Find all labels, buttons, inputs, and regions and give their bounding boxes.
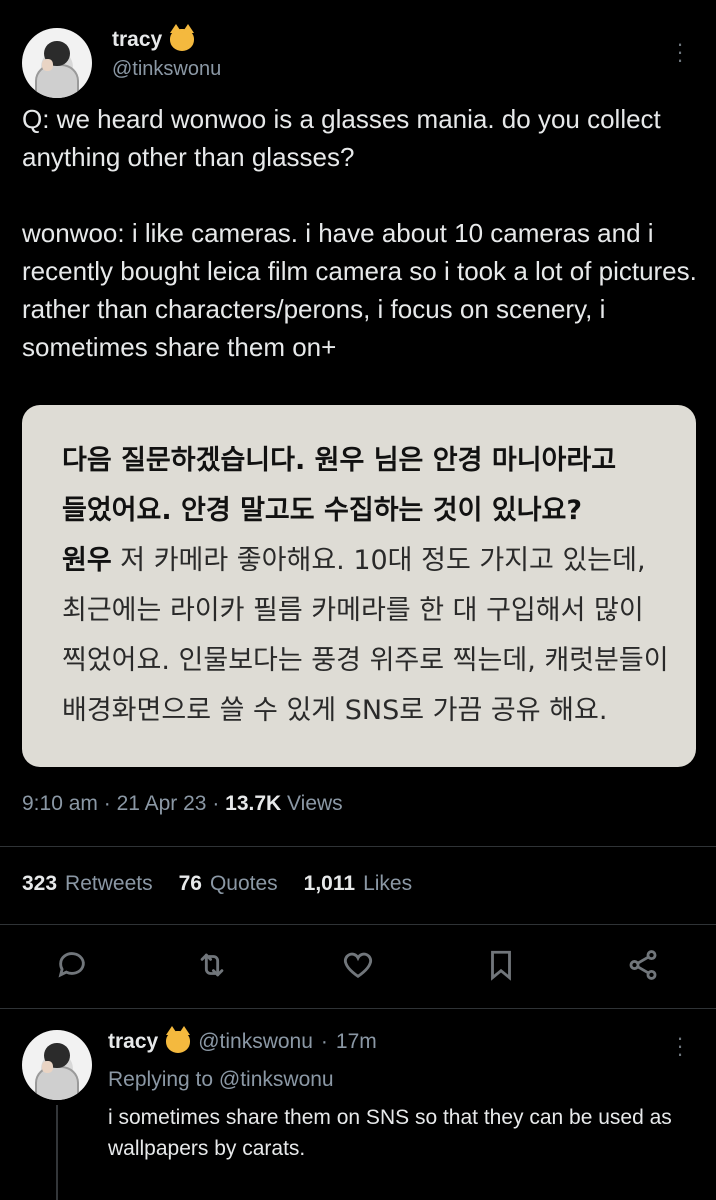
quotes-count: 76 [178, 872, 202, 895]
author-name-row[interactable]: tracy [112, 24, 195, 52]
retweets-stat[interactable]: 323 Retweets [22, 872, 153, 896]
retweet-icon[interactable] [195, 948, 229, 982]
divider [0, 1008, 716, 1009]
replying-handle[interactable]: @tinkswonu [219, 1068, 334, 1091]
quotes-label: Quotes [209, 872, 278, 895]
retweets-count: 323 [22, 872, 58, 895]
divider [0, 924, 716, 925]
reply-header: tracy @tinkswonu · 17m [108, 1026, 377, 1054]
bookmark-icon[interactable] [484, 948, 518, 982]
more-icon[interactable]: · · · [674, 33, 686, 71]
tweet-text: Q: we heard wonwoo is a glasses mania. d… [22, 104, 697, 362]
image-text-line: 최근에는 라이카 필름 카메라를 한 대 구입해서 많이 [62, 595, 644, 626]
author-handle[interactable]: @tinkswonu [112, 58, 221, 81]
action-bar [0, 948, 716, 984]
replying-to: Replying to @tinkswonu [108, 1068, 334, 1092]
image-text-line: 배경화면으로 쓸 수 있게 SNS로 가끔 공유 해요. [62, 695, 608, 726]
engagement-stats: 323 Retweets 76 Quotes 1,011 Likes [22, 872, 412, 896]
more-icon[interactable]: · · · [674, 1027, 686, 1065]
retweets-label: Retweets [65, 872, 153, 895]
tweet-time[interactable]: 9:10 am [22, 792, 98, 815]
replying-prefix: Replying to [108, 1068, 214, 1091]
display-name[interactable]: tracy [112, 28, 162, 52]
reply-handle[interactable]: @tinkswonu [198, 1030, 313, 1054]
quotes-stat[interactable]: 76 Quotes [179, 872, 278, 896]
reply-icon[interactable] [55, 948, 89, 982]
reply-text: i sometimes share them on SNS so that th… [108, 1106, 672, 1160]
views-label: Views [287, 792, 343, 815]
image-text-line: 원우 저 카메라 좋아해요. 10대 정도 가지고 있는데, [62, 545, 646, 577]
image-text-line: 들었어요. 안경 말고도 수집하는 것이 있나요? [62, 495, 583, 526]
likes-label: Likes [363, 872, 413, 895]
reply-avatar[interactable] [22, 1030, 92, 1100]
reply-separator: · [320, 1030, 328, 1053]
share-icon[interactable] [626, 948, 660, 982]
likes-stat[interactable]: 1,011 Likes [304, 872, 412, 896]
image-text-line: 찍었어요. 인물보다는 풍경 위주로 찍는데, 캐럿분들이 [62, 645, 669, 676]
thread-line [56, 1105, 58, 1200]
reply-age[interactable]: 17m [336, 1030, 377, 1054]
image-text-line: 다음 질문하겠습니다. 원우 님은 안경 마니아라고 [62, 445, 617, 476]
tweet-page: tracy @tinkswonu · · · Q: we heard wonwoo … [0, 0, 716, 1200]
reply-display-name[interactable]: tracy [108, 1030, 158, 1054]
views-count: 13.7K [225, 792, 282, 815]
avatar[interactable] [22, 28, 92, 98]
divider [0, 846, 716, 847]
tweet-image[interactable]: 다음 질문하겠습니다. 원우 님은 안경 마니아라고 들었어요. 안경 말고도 … [22, 405, 696, 767]
image-text-speaker: 원우 [62, 545, 112, 576]
tweet-meta: 9:10 am · 21 Apr 23 · 13.7K Views [22, 792, 343, 815]
cat-emoji-icon [166, 1026, 191, 1053]
cat-emoji-icon [170, 24, 195, 51]
likes-count: 1,011 [303, 872, 356, 895]
image-text-answer: 저 카메라 좋아해요. 10대 정도 가지고 있는데, [111, 545, 646, 576]
heart-icon[interactable] [341, 948, 375, 982]
tweet-date[interactable]: 21 Apr 23 [117, 792, 207, 815]
